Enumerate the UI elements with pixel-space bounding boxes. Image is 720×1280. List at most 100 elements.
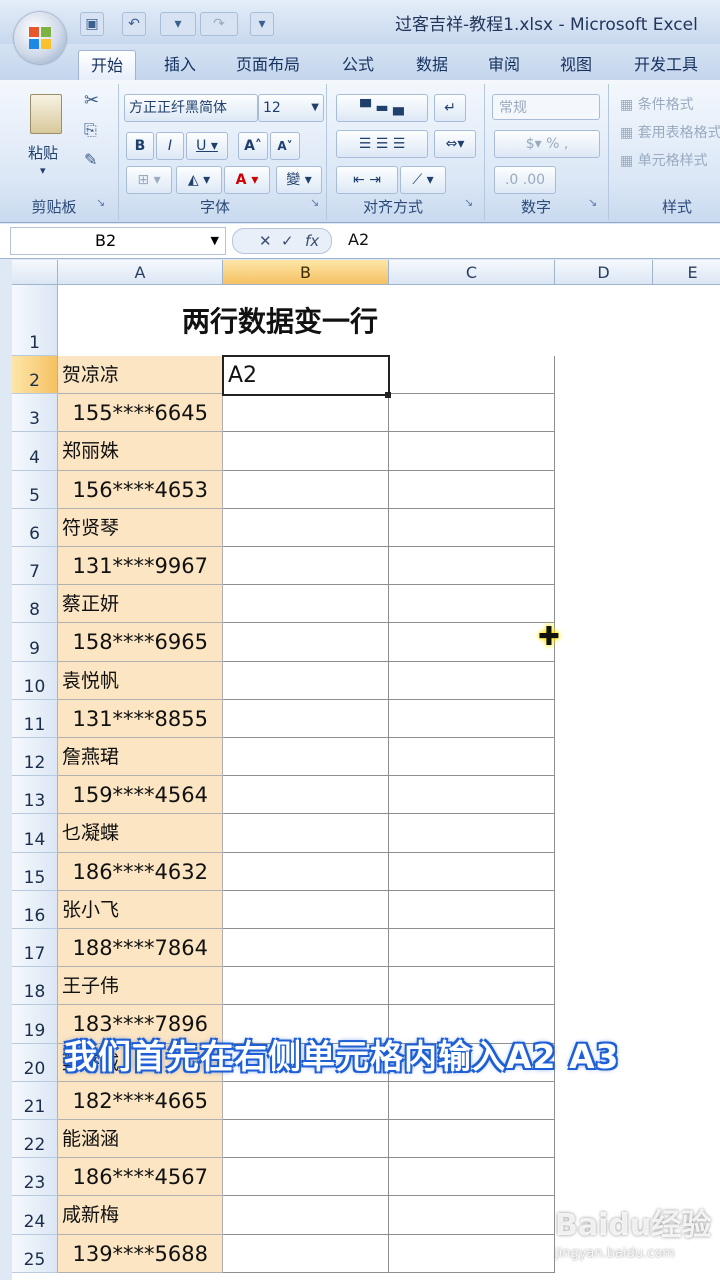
insert-function-icon[interactable]: fx xyxy=(305,229,319,253)
row-header-2[interactable]: 2 xyxy=(12,356,58,395)
row-header-23[interactable]: 23 xyxy=(12,1158,58,1197)
font-size-select[interactable]: 12 ▼ xyxy=(258,94,324,122)
cell-c12[interactable] xyxy=(389,738,555,777)
cell-a8[interactable]: 蔡正妍 xyxy=(58,585,223,624)
cell-c3[interactable] xyxy=(389,394,555,433)
customize-icon[interactable]: ▾ xyxy=(250,12,274,36)
cell-c6[interactable] xyxy=(389,508,555,547)
cell-a5[interactable]: 156****4653 xyxy=(58,470,223,509)
number-format-select[interactable]: 常规 xyxy=(492,94,600,120)
column-header-c[interactable]: C xyxy=(389,260,555,285)
copy-icon[interactable]: ⎘ xyxy=(84,120,97,140)
cell-b14[interactable] xyxy=(223,814,389,853)
italic-button[interactable]: I xyxy=(156,132,184,160)
cell-c9[interactable] xyxy=(389,623,555,662)
save-icon[interactable]: ▣ xyxy=(80,12,104,36)
alignment-launcher-icon[interactable]: ↘ xyxy=(464,196,473,209)
column-header-e[interactable]: E xyxy=(653,260,720,285)
cell-a2[interactable]: 贺凉凉 xyxy=(58,356,223,395)
row-header-3[interactable]: 3 xyxy=(12,394,58,433)
cell-c7[interactable] xyxy=(389,547,555,586)
cell-a25[interactable]: 139****5688 xyxy=(58,1234,223,1273)
select-all-corner[interactable] xyxy=(12,260,58,285)
row-header-15[interactable]: 15 xyxy=(12,852,58,891)
row-header-18[interactable]: 18 xyxy=(12,967,58,1006)
name-box-dropdown-icon[interactable]: ▼ xyxy=(211,228,219,254)
indent-buttons[interactable]: ⇤ ⇥ xyxy=(336,166,398,194)
cell-b22[interactable] xyxy=(223,1120,389,1159)
cell-b5[interactable] xyxy=(223,470,389,509)
enter-icon[interactable]: ✓ xyxy=(281,229,294,253)
cell-a14[interactable]: 乜凝蝶 xyxy=(58,814,223,853)
accounting-percent-buttons[interactable]: $▾ % , xyxy=(494,130,600,158)
cell-b23[interactable] xyxy=(223,1158,389,1197)
tab-data[interactable]: 数据 xyxy=(404,50,460,80)
cell-a23[interactable]: 186****4567 xyxy=(58,1158,223,1197)
cell-b9[interactable] xyxy=(223,623,389,662)
tab-page-layout[interactable]: 页面布局 xyxy=(224,50,312,80)
cell-c24[interactable] xyxy=(389,1196,555,1235)
row-header-17[interactable]: 17 xyxy=(12,929,58,968)
format-as-table-button[interactable]: ▦ 套用表格格式 xyxy=(620,122,720,142)
vertical-align-buttons[interactable]: ▀ ▬ ▄ xyxy=(336,94,428,122)
decrease-font-button[interactable]: A˅ xyxy=(270,132,300,160)
cell-c4[interactable] xyxy=(389,432,555,471)
row-header-20[interactable]: 20 xyxy=(12,1043,58,1082)
column-header-a[interactable]: A xyxy=(58,260,223,285)
cell-b13[interactable] xyxy=(223,776,389,815)
row-header-19[interactable]: 19 xyxy=(12,1005,58,1044)
decimal-buttons[interactable]: .0 .00 xyxy=(494,166,556,194)
cell-a24[interactable]: 咸新梅 xyxy=(58,1196,223,1235)
formula-input[interactable]: A2 xyxy=(348,227,369,253)
cell-c15[interactable] xyxy=(389,852,555,891)
row-header-6[interactable]: 6 xyxy=(12,508,58,547)
cell-b25[interactable] xyxy=(223,1234,389,1273)
cell-c17[interactable] xyxy=(389,929,555,968)
cancel-icon[interactable]: ✕ xyxy=(259,229,272,253)
bold-button[interactable]: B xyxy=(126,132,154,160)
undo-dropdown-icon[interactable]: ▾ xyxy=(160,12,196,36)
row-header-11[interactable]: 11 xyxy=(12,699,58,738)
cell-c2[interactable] xyxy=(389,356,555,395)
cell-a13[interactable]: 159****4564 xyxy=(58,776,223,815)
cell-b15[interactable] xyxy=(223,852,389,891)
paste-button[interactable]: 粘贴 ▾ xyxy=(22,90,68,182)
wrap-text-button[interactable]: ↵ xyxy=(434,94,466,122)
underline-button[interactable]: U ▾ xyxy=(186,132,228,160)
clipboard-launcher-icon[interactable]: ↘ xyxy=(96,196,105,209)
redo-icon[interactable]: ↷ xyxy=(200,12,238,36)
cell-a6[interactable]: 符贤琴 xyxy=(58,508,223,547)
cell-c22[interactable] xyxy=(389,1120,555,1159)
cell-a17[interactable]: 188****7864 xyxy=(58,929,223,968)
name-box[interactable]: B2 ▼ xyxy=(10,227,226,255)
font-color-button[interactable]: A ▾ xyxy=(224,166,270,194)
cell-c23[interactable] xyxy=(389,1158,555,1197)
horizontal-align-buttons[interactable]: ☰ ☰ ☰ xyxy=(336,130,428,158)
cell-b18[interactable] xyxy=(223,967,389,1006)
cell-b10[interactable] xyxy=(223,661,389,700)
row-header-9[interactable]: 9 xyxy=(12,623,58,662)
cell-c16[interactable] xyxy=(389,890,555,929)
cell-c11[interactable] xyxy=(389,699,555,738)
cell-b12[interactable] xyxy=(223,738,389,777)
row-header-5[interactable]: 5 xyxy=(12,470,58,509)
phonetic-button[interactable]: 變 ▾ xyxy=(276,166,322,194)
cell-styles-button[interactable]: ▦ 单元格样式 xyxy=(620,150,708,170)
cut-icon[interactable]: ✂ xyxy=(84,90,99,111)
border-button[interactable]: ⊞ ▾ xyxy=(126,166,172,194)
worksheet-grid[interactable]: A B C D E 1 2 贺凉凉 3 155****6645 4 郑丽姝 5 156****4… xyxy=(12,260,720,1280)
cell-c21[interactable] xyxy=(389,1081,555,1120)
cell-a7[interactable]: 131****9967 xyxy=(58,547,223,586)
cell-c14[interactable] xyxy=(389,814,555,853)
fill-handle[interactable] xyxy=(385,392,391,398)
row-header-14[interactable]: 14 xyxy=(12,814,58,853)
tab-insert[interactable]: 插入 xyxy=(152,50,208,80)
row-header-1[interactable]: 1 xyxy=(12,285,58,356)
font-launcher-icon[interactable]: ↘ xyxy=(310,196,319,209)
office-button[interactable] xyxy=(14,12,66,64)
cell-a21[interactable]: 182****4665 xyxy=(58,1081,223,1120)
cell-c10[interactable] xyxy=(389,661,555,700)
cell-a18[interactable]: 王子伟 xyxy=(58,967,223,1006)
cell-c18[interactable] xyxy=(389,967,555,1006)
row-header-8[interactable]: 8 xyxy=(12,585,58,624)
